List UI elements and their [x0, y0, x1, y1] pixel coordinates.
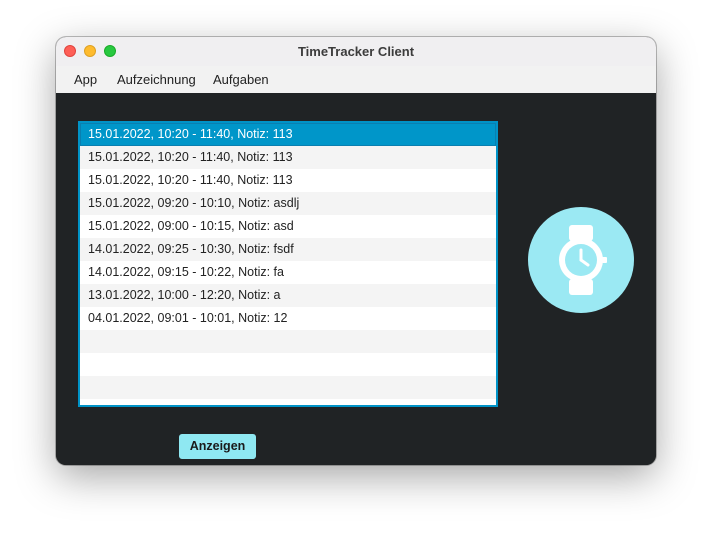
menu-item-app[interactable]: App	[74, 66, 97, 93]
time-entry-list[interactable]: 15.01.2022, 10:20 - 11:40, Notiz: 113 15.…	[78, 121, 498, 407]
menu-bar: App Aufzeichnung Aufgaben	[56, 66, 656, 94]
list-item[interactable]: 15.01.2022, 10:20 - 11:40, Notiz: 113	[80, 146, 496, 169]
list-item[interactable]: 14.01.2022, 09:25 - 10:30, Notiz: fsdf	[80, 238, 496, 261]
watch-icon	[528, 207, 634, 313]
title-bar: TimeTracker Client	[56, 37, 656, 67]
app-window: TimeTracker Client App Aufzeichnung Aufg…	[56, 37, 656, 465]
menu-item-aufzeichnung[interactable]: Aufzeichnung	[117, 66, 196, 93]
window-title: TimeTracker Client	[297, 44, 415, 59]
list-item[interactable]: 15.01.2022, 09:20 - 10:10, Notiz: asdlj	[80, 192, 496, 215]
list-item[interactable]: 15.01.2022, 09:00 - 10:15, Notiz: asd	[80, 215, 496, 238]
list-item[interactable]: 04.01.2022, 09:01 - 10:01, Notiz: 12	[80, 307, 496, 330]
list-item[interactable]: 13.01.2022, 10:00 - 12:20, Notiz: a	[80, 284, 496, 307]
list-item[interactable]: 15.01.2022, 10:20 - 11:40, Notiz: 113	[80, 123, 496, 146]
empty-list-row	[80, 353, 496, 376]
main-content: 15.01.2022, 10:20 - 11:40, Notiz: 113 15.…	[56, 93, 656, 465]
list-item[interactable]: 15.01.2022, 10:20 - 11:40, Notiz: 113	[80, 169, 496, 192]
menu-item-aufgaben[interactable]: Aufgaben	[213, 66, 269, 93]
empty-list-row	[80, 330, 496, 353]
list-item[interactable]: 14.01.2022, 09:15 - 10:22, Notiz: fa	[80, 261, 496, 284]
empty-list-row	[80, 376, 496, 399]
show-button[interactable]: Anzeigen	[179, 434, 256, 459]
